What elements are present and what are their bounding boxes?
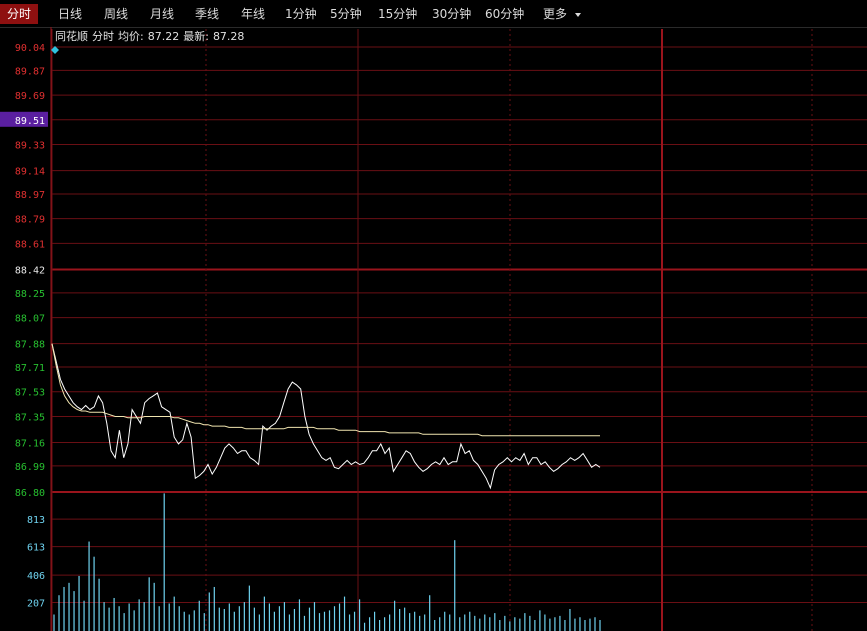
average-price-line [51, 343, 600, 437]
price-tick-label: 87.88 [15, 340, 45, 351]
intraday-chart[interactable]: 90.04 89.87 89.69 89.51 89.33 89.14 88.97 88.79… [0, 0, 867, 631]
price-tick-label: 87.35 [15, 412, 45, 423]
price-tick-label: 89.33 [15, 141, 45, 152]
volume-tick-label: 207 [27, 599, 45, 610]
price-tick-label: 87.53 [15, 388, 45, 399]
volume-tick-label: 613 [27, 543, 45, 554]
price-tick-label: 88.79 [15, 215, 45, 226]
y-axis-labels: 90.04 89.87 89.69 89.51 89.33 89.14 88.97 88.79… [0, 43, 48, 610]
volume-bars [53, 493, 601, 631]
price-tick-label: 87.71 [15, 363, 45, 374]
price-tick-label: 88.42 [15, 266, 45, 277]
volume-tick-label: 406 [27, 571, 45, 582]
price-tick-label: 88.61 [15, 239, 45, 250]
price-tick-label: 89.51 [15, 116, 45, 127]
price-tick-label: 86.80 [15, 488, 45, 499]
price-tick-label: 89.14 [15, 167, 45, 178]
price-tick-label: 88.25 [15, 289, 45, 300]
grid [50, 27, 867, 631]
price-tick-label: 90.04 [15, 43, 45, 54]
price-tick-label: 88.07 [15, 314, 45, 325]
price-tick-label: 89.69 [15, 91, 45, 102]
price-tick-label: 89.87 [15, 66, 45, 77]
price-tick-label: 86.99 [15, 462, 45, 473]
volume-tick-label: 813 [27, 515, 45, 526]
price-tick-label: 88.97 [15, 190, 45, 201]
price-tick-label: 87.16 [15, 439, 45, 450]
